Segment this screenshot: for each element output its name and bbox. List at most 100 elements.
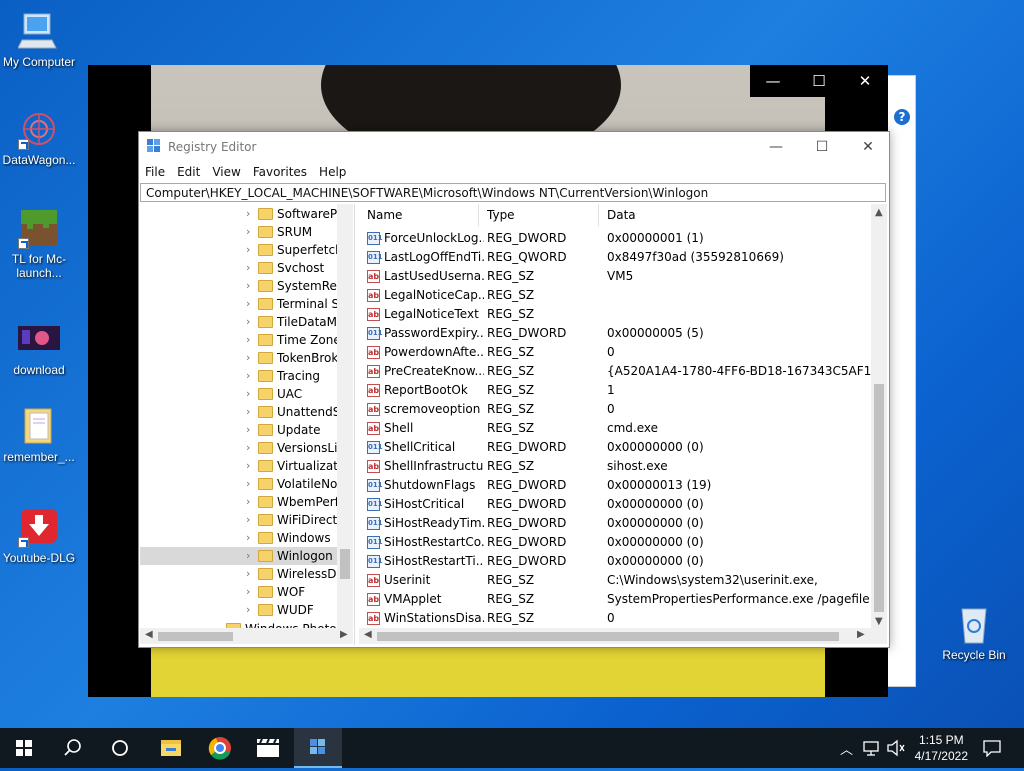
tree-item[interactable]: › UnattendSe — [140, 403, 350, 421]
tree-item[interactable]: › WUDF — [140, 601, 350, 619]
tree-item[interactable]: › WOF — [140, 583, 350, 601]
scroll-left-icon[interactable]: ◀ — [364, 629, 372, 640]
column-type[interactable]: Type — [479, 204, 599, 226]
chevron-right-icon[interactable]: › — [246, 295, 250, 313]
tree-item[interactable]: › Update — [140, 421, 350, 439]
chevron-right-icon[interactable]: › — [246, 601, 250, 619]
chevron-right-icon[interactable]: › — [246, 439, 250, 457]
scrollbar-thumb[interactable] — [377, 632, 839, 641]
chevron-right-icon[interactable]: › — [246, 223, 250, 241]
table-row[interactable]: 011 LastLogOffEndTi... REG_QWORD 0x8497f30a… — [359, 248, 869, 267]
background-window[interactable]: ? — [886, 75, 916, 687]
tree-item[interactable]: › VersionsList — [140, 439, 350, 457]
registry-editor-window[interactable]: Registry Editor — ☐ ✕ File Edit View Favori… — [138, 131, 890, 648]
maximize-button[interactable]: ☐ — [799, 132, 845, 162]
table-row[interactable]: ab VMApplet REG_SZ SystemPropertiesPerforma… — [359, 590, 870, 609]
menu-file[interactable]: File — [139, 162, 171, 179]
chevron-right-icon[interactable]: › — [246, 241, 250, 259]
table-row[interactable]: ab LegalNoticeText REG_SZ — [359, 305, 869, 324]
table-row[interactable]: ab Shell REG_SZ cmd.exe — [359, 419, 869, 438]
chevron-right-icon[interactable]: › — [246, 565, 250, 583]
table-row[interactable]: 011 ShellCritical REG_DWORD 0x00000000 (0) — [359, 438, 869, 457]
task-view-button[interactable] — [96, 728, 144, 768]
chrome-button[interactable] — [196, 728, 244, 768]
video-maximize-button[interactable]: ☐ — [796, 65, 842, 97]
chevron-right-icon[interactable]: › — [246, 385, 250, 403]
tree-item[interactable]: › VolatileNot — [140, 475, 350, 493]
table-row[interactable]: ab ReportBootOk REG_SZ 1 — [359, 381, 869, 400]
chevron-right-icon[interactable]: › — [246, 475, 250, 493]
tree-item[interactable]: › Terminal Se — [140, 295, 350, 313]
scroll-left-icon[interactable]: ◀ — [145, 629, 153, 640]
key-tree-pane[interactable]: › SoftwarePr › SRUM › Superfetch › Svchost › Syst… — [140, 204, 355, 645]
column-name[interactable]: Name — [359, 204, 479, 226]
table-row[interactable]: ab PowerdownAfte... REG_SZ 0 — [359, 343, 869, 362]
table-row[interactable]: 011 ShutdownFlags REG_DWORD 0x00000013 (19) — [359, 476, 869, 495]
tree-item[interactable]: › Tracing — [140, 367, 350, 385]
tree-item[interactable]: › WirelessDo — [140, 565, 350, 583]
help-icon[interactable]: ? — [894, 109, 910, 125]
media-player-button[interactable] — [244, 728, 292, 768]
table-row[interactable]: ab WinStationsDisa... REG_SZ 0 — [359, 609, 869, 628]
title-bar[interactable]: Registry Editor — ☐ ✕ — [139, 132, 889, 162]
tree-item[interactable]: › WbemPerf — [140, 493, 350, 511]
chevron-right-icon[interactable]: › — [246, 511, 250, 529]
tree-item[interactable]: › SoftwarePr — [140, 205, 350, 223]
menu-help[interactable]: Help — [313, 162, 352, 179]
table-row[interactable]: 011 SiHostRestartCo... REG_DWORD 0x00000000… — [359, 533, 869, 552]
list-horizontal-scrollbar[interactable]: ◀ ▶ — [359, 628, 887, 644]
desktop-icon-tl-launcher[interactable]: TL for Mc-launch... — [1, 207, 77, 280]
clock[interactable]: 1:15 PM 4/17/2022 — [915, 732, 968, 764]
chevron-right-icon[interactable]: › — [246, 277, 250, 295]
chevron-right-icon[interactable]: › — [246, 403, 250, 421]
table-row[interactable]: ab LastUsedUserna... REG_SZ VM5 — [359, 267, 869, 286]
table-row[interactable]: ab ShellInfrastructureREG_SZ sihost.exe — [359, 457, 869, 476]
table-row[interactable]: 011 ForceUnlockLog... REG_DWORD 0x00000001 … — [359, 229, 869, 248]
tree-item[interactable]: › UAC — [140, 385, 350, 403]
tree-item[interactable]: › WiFiDirectA — [140, 511, 350, 529]
chevron-right-icon[interactable]: › — [246, 493, 250, 511]
network-icon[interactable] — [862, 739, 882, 757]
close-button[interactable]: ✕ — [845, 132, 891, 162]
chevron-right-icon[interactable]: › — [246, 457, 250, 475]
chevron-right-icon[interactable]: › — [246, 583, 250, 601]
tree-item[interactable]: › TokenBroke — [140, 349, 350, 367]
menu-view[interactable]: View — [206, 162, 246, 179]
tree-vertical-scrollbar[interactable] — [337, 204, 353, 628]
desktop-icon-datawagon[interactable]: DataWagon... — [1, 108, 77, 167]
video-close-button[interactable]: ✕ — [842, 65, 888, 97]
chevron-right-icon[interactable]: › — [246, 529, 250, 547]
tree-item[interactable]: › TileDataMo — [140, 313, 350, 331]
file-explorer-button[interactable] — [147, 728, 195, 768]
tree-item[interactable]: › SystemRest — [140, 277, 350, 295]
table-row[interactable]: ab scremoveoption REG_SZ 0 — [359, 400, 869, 419]
registry-editor-taskbar-button[interactable] — [294, 728, 342, 768]
volume-icon[interactable] — [886, 739, 906, 757]
start-button[interactable] — [0, 728, 48, 768]
chevron-right-icon[interactable]: › — [246, 259, 250, 277]
chevron-right-icon[interactable]: › — [246, 547, 250, 565]
table-row[interactable]: 011 SiHostCritical REG_DWORD 0x00000000 (0) — [359, 495, 869, 514]
chevron-right-icon[interactable]: › — [246, 421, 250, 439]
tree-item[interactable]: › Superfetch — [140, 241, 350, 259]
table-row[interactable]: 011 PasswordExpiry... REG_DWORD 0x00000005 … — [359, 324, 869, 343]
table-row[interactable]: ab Userinit REG_SZ C:\Windows\system32\user… — [359, 571, 869, 590]
tree-item[interactable]: › Virtualizatic — [140, 457, 350, 475]
menu-edit[interactable]: Edit — [171, 162, 206, 179]
chevron-right-icon[interactable]: › — [246, 205, 250, 223]
scroll-right-icon[interactable]: ▶ — [857, 629, 865, 640]
address-bar[interactable]: Computer\HKEY_LOCAL_MACHINE\SOFTWARE\Mic… — [140, 183, 886, 202]
desktop-icon-my-computer[interactable]: My Computer — [1, 10, 77, 69]
list-vertical-scrollbar[interactable]: ▲ ▼ — [871, 204, 887, 628]
tree-item[interactable]: › SRUM — [140, 223, 350, 241]
search-button[interactable] — [48, 728, 96, 768]
tree-item[interactable]: › Svchost — [140, 259, 350, 277]
scrollbar-thumb[interactable] — [340, 549, 350, 579]
chevron-right-icon[interactable]: › — [246, 367, 250, 385]
value-list-pane[interactable]: Name Type Data 011 ForceUnlockLog... REG_D… — [359, 204, 887, 645]
desktop-icon-remember[interactable]: remember_... — [1, 405, 77, 464]
desktop-icon-recycle-bin[interactable]: Recycle Bin — [936, 603, 1012, 662]
notifications-icon[interactable] — [982, 739, 1002, 757]
tree-item[interactable]: › Time Zones — [140, 331, 350, 349]
scroll-up-icon[interactable]: ▲ — [875, 207, 883, 218]
